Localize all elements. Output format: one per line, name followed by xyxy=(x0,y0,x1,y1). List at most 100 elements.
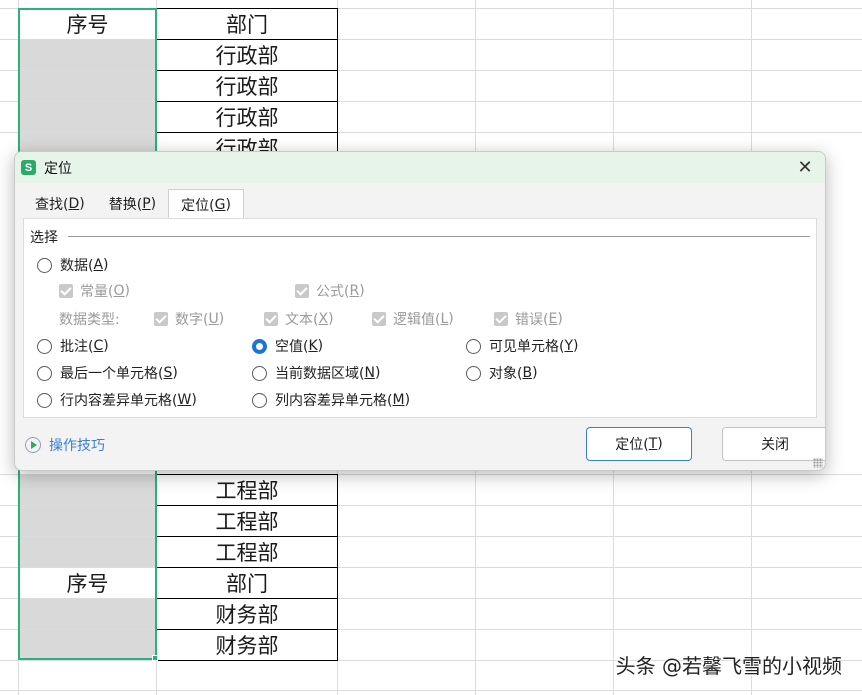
option-label: 公式( xyxy=(316,284,350,300)
cell-seq-blank[interactable] xyxy=(19,475,156,505)
option-hotkey: Y xyxy=(564,338,574,354)
cell-dept[interactable]: 财务部 xyxy=(156,598,338,630)
radio-circle[interactable] xyxy=(466,338,481,354)
option-label-end: ) xyxy=(557,311,563,327)
radio-visible-cells[interactable]: 可见单元格(Y) xyxy=(466,336,579,356)
dialog-titlebar[interactable]: S 定位 ✕ xyxy=(15,152,825,183)
radio-circle-checked[interactable] xyxy=(252,338,267,354)
checkbox-box[interactable] xyxy=(372,312,386,326)
checkbox-box[interactable] xyxy=(264,312,278,326)
option-label: 行内容差异单元格( xyxy=(60,393,178,409)
tab-goto[interactable]: 定位(G) xyxy=(168,189,244,219)
option-hotkey: A xyxy=(93,257,104,273)
option-hotkey: S xyxy=(163,365,173,381)
cell-dept[interactable]: 工程部 xyxy=(156,536,338,568)
tips-link[interactable]: 操作技巧 xyxy=(25,435,105,455)
checkbox-box[interactable] xyxy=(494,312,508,326)
radio-row-differences[interactable]: 行内容差异单元格(W) xyxy=(37,390,197,410)
checkbox-constants[interactable]: 常量(O) xyxy=(59,281,130,301)
cell-seq-blank[interactable] xyxy=(19,599,156,629)
cell-seq-blank[interactable] xyxy=(19,102,156,132)
watermark: 头条 @若馨飞雪的小视频 xyxy=(615,654,842,678)
radio-column-differences[interactable]: 列内容差异单元格(M) xyxy=(252,390,410,410)
radio-circle[interactable] xyxy=(37,257,52,273)
cell-dept[interactable]: 财务部 xyxy=(156,629,338,661)
cell-seq-blank[interactable] xyxy=(19,40,156,70)
cell-dept[interactable]: 行政部 xyxy=(156,101,338,133)
tab-label-end: ) xyxy=(79,196,85,212)
tab-label: 查找( xyxy=(35,197,69,213)
fill-handle[interactable] xyxy=(152,655,158,661)
grid-line xyxy=(0,690,862,691)
cell-seq-blank[interactable] xyxy=(19,630,156,660)
radio-circle[interactable] xyxy=(466,365,481,381)
option-hotkey: K xyxy=(308,338,318,354)
cell-dept[interactable]: 行政部 xyxy=(156,70,338,102)
radio-data[interactable]: 数据(A) xyxy=(37,255,109,275)
option-hotkey: B xyxy=(522,365,533,381)
checkbox-box[interactable] xyxy=(59,284,73,298)
option-label: 可见单元格( xyxy=(489,339,565,355)
resize-grip-icon[interactable] xyxy=(813,458,823,468)
checkbox-logical[interactable]: 逻辑值(L) xyxy=(372,309,454,329)
radio-comments[interactable]: 批注(C) xyxy=(37,336,109,356)
option-label-end: ) xyxy=(374,365,381,381)
cell-seq-blank[interactable] xyxy=(19,506,156,536)
tab-replace[interactable]: 替换(P) xyxy=(97,190,168,218)
checkbox-box[interactable] xyxy=(295,284,309,298)
button-hotkey: T xyxy=(648,436,658,452)
option-hotkey: U xyxy=(208,311,219,327)
checkbox-numbers[interactable]: 数字(U) xyxy=(154,309,224,329)
option-label: 文本( xyxy=(285,312,319,328)
option-label-end: ) xyxy=(103,338,109,354)
radio-last-cell[interactable]: 最后一个单元格(S) xyxy=(37,363,178,383)
checkbox-formulas[interactable]: 公式(R) xyxy=(295,281,365,301)
option-label-end: ) xyxy=(218,311,225,327)
option-label-end: ) xyxy=(124,283,130,299)
cell-dept[interactable]: 行政部 xyxy=(156,39,338,71)
locate-button[interactable]: 定位(T) xyxy=(586,427,692,461)
radio-circle[interactable] xyxy=(252,365,267,381)
radio-circle[interactable] xyxy=(252,392,267,408)
group-divider xyxy=(68,236,810,237)
tips-label: 操作技巧 xyxy=(49,438,105,454)
play-icon xyxy=(25,437,41,453)
cell-dept-header[interactable]: 部门 xyxy=(156,567,338,599)
radio-objects[interactable]: 对象(B) xyxy=(466,363,538,383)
close-icon[interactable]: ✕ xyxy=(795,157,815,178)
option-hotkey: X xyxy=(318,311,329,327)
button-label-end: ) xyxy=(657,436,663,452)
cell-seq-header[interactable]: 序号 xyxy=(19,9,156,39)
radio-circle[interactable] xyxy=(37,365,52,381)
option-label: 错误( xyxy=(515,312,549,328)
option-label-end: ) xyxy=(103,257,109,273)
option-hotkey: N xyxy=(364,365,375,381)
radio-circle[interactable] xyxy=(37,392,52,408)
close-button[interactable]: 关闭 xyxy=(722,427,825,461)
option-label-end: ) xyxy=(404,392,411,408)
cell-dept[interactable]: 工程部 xyxy=(156,505,338,537)
option-label: 当前数据区域( xyxy=(275,366,365,382)
option-label-end: ) xyxy=(448,311,454,327)
option-label: 逻辑值( xyxy=(393,312,441,328)
radio-blanks[interactable]: 空值(K) xyxy=(252,336,323,356)
option-hotkey: M xyxy=(392,392,405,408)
checkbox-text[interactable]: 文本(X) xyxy=(264,309,334,329)
option-hotkey: C xyxy=(93,338,104,354)
cell-seq-header[interactable]: 序号 xyxy=(19,568,156,598)
cell-seq-blank[interactable] xyxy=(19,71,156,101)
option-label: 空值( xyxy=(275,339,309,355)
option-hotkey: R xyxy=(349,283,360,299)
option-label-end: ) xyxy=(573,338,579,354)
checkbox-errors[interactable]: 错误(E) xyxy=(494,309,563,329)
option-label: 对象( xyxy=(489,366,523,382)
option-label-end: ) xyxy=(191,392,197,408)
cell-seq-blank[interactable] xyxy=(19,537,156,567)
radio-current-region[interactable]: 当前数据区域(N) xyxy=(252,363,380,383)
cell-dept[interactable]: 工程部 xyxy=(156,474,338,506)
radio-circle[interactable] xyxy=(37,338,52,354)
cell-dept-header[interactable]: 部门 xyxy=(156,8,338,40)
tab-find[interactable]: 查找(D) xyxy=(23,190,97,218)
tab-hotkey: P xyxy=(142,196,151,212)
checkbox-box[interactable] xyxy=(154,312,168,326)
